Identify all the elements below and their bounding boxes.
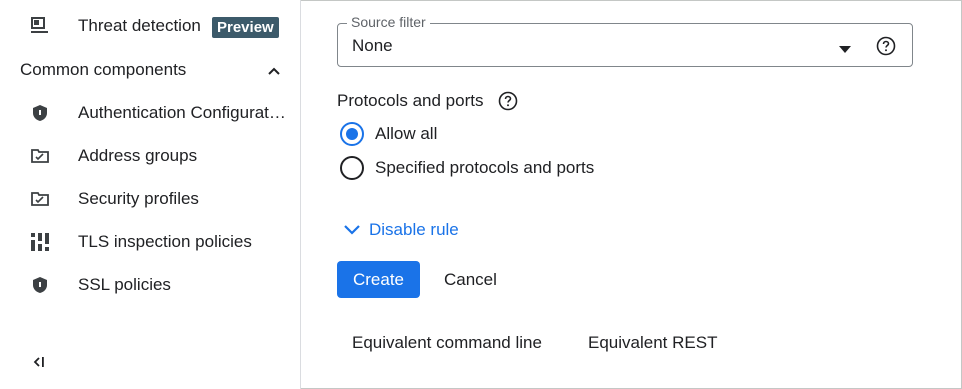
equivalent-rest-button[interactable]: Equivalent REST — [588, 332, 717, 354]
equivalent-command-line-button[interactable]: Equivalent command line — [352, 332, 542, 354]
source-filter-select[interactable]: Source filter None — [337, 14, 913, 67]
sidebar-item-authentication-configuration[interactable]: Authentication Configurat… — [0, 93, 300, 133]
radio-allow-all[interactable]: Allow all — [340, 121, 437, 147]
disable-rule-toggle[interactable]: Disable rule — [343, 219, 459, 241]
main-content: Source filter None Protocols and ports A… — [302, 0, 960, 389]
folder-check-icon — [30, 146, 50, 166]
radio-button[interactable] — [340, 156, 364, 180]
sidebar-item-label: Address groups — [78, 146, 198, 165]
tls-policy-icon — [30, 232, 50, 252]
shield-icon — [30, 275, 50, 295]
folder-check-icon — [30, 189, 50, 209]
preview-badge: Preview — [212, 17, 279, 38]
threat-detection-icon — [30, 16, 50, 36]
sidebar-item-label: Threat detection — [78, 16, 201, 35]
sidebar-item-address-groups[interactable]: Address groups — [0, 136, 300, 176]
sidebar-item-label: TLS inspection policies — [78, 232, 252, 251]
sidebar: Threat detection Preview Common componen… — [0, 0, 301, 389]
radio-button-selected[interactable] — [340, 122, 364, 146]
sidebar-item-security-profiles[interactable]: Security profiles — [0, 179, 300, 219]
sidebar-item-tls-inspection-policies[interactable]: TLS inspection policies — [0, 222, 300, 262]
common-components-header[interactable]: Common components — [0, 56, 300, 84]
protocols-ports-title: Protocols and ports — [337, 91, 484, 110]
sidebar-item-ssl-policies[interactable]: SSL policies — [0, 265, 300, 305]
radio-label: Allow all — [375, 124, 438, 143]
sidebar-item-label: Security profiles — [78, 189, 199, 208]
radio-specified-protocols[interactable]: Specified protocols and ports — [340, 155, 594, 181]
help-icon[interactable] — [498, 91, 518, 111]
disable-rule-label: Disable rule — [369, 220, 459, 239]
dropdown-arrow-icon — [838, 41, 852, 53]
create-button[interactable]: Create — [337, 261, 420, 298]
radio-label: Specified protocols and ports — [375, 158, 595, 177]
sidebar-item-label: SSL policies — [78, 275, 171, 294]
help-icon[interactable] — [876, 36, 896, 56]
chevron-up-icon — [264, 61, 284, 81]
collapse-sidebar-icon[interactable] — [30, 352, 50, 372]
cancel-button[interactable]: Cancel — [444, 261, 497, 298]
source-filter-value: None — [352, 36, 393, 55]
source-filter-label: Source filter — [347, 14, 430, 30]
sidebar-item-label: Authentication Configurat… — [78, 103, 286, 122]
section-label: Common components — [20, 60, 187, 79]
chevron-down-icon — [344, 225, 360, 235]
sidebar-item-threat-detection[interactable]: Threat detection Preview — [0, 6, 300, 46]
shield-icon — [30, 103, 50, 123]
